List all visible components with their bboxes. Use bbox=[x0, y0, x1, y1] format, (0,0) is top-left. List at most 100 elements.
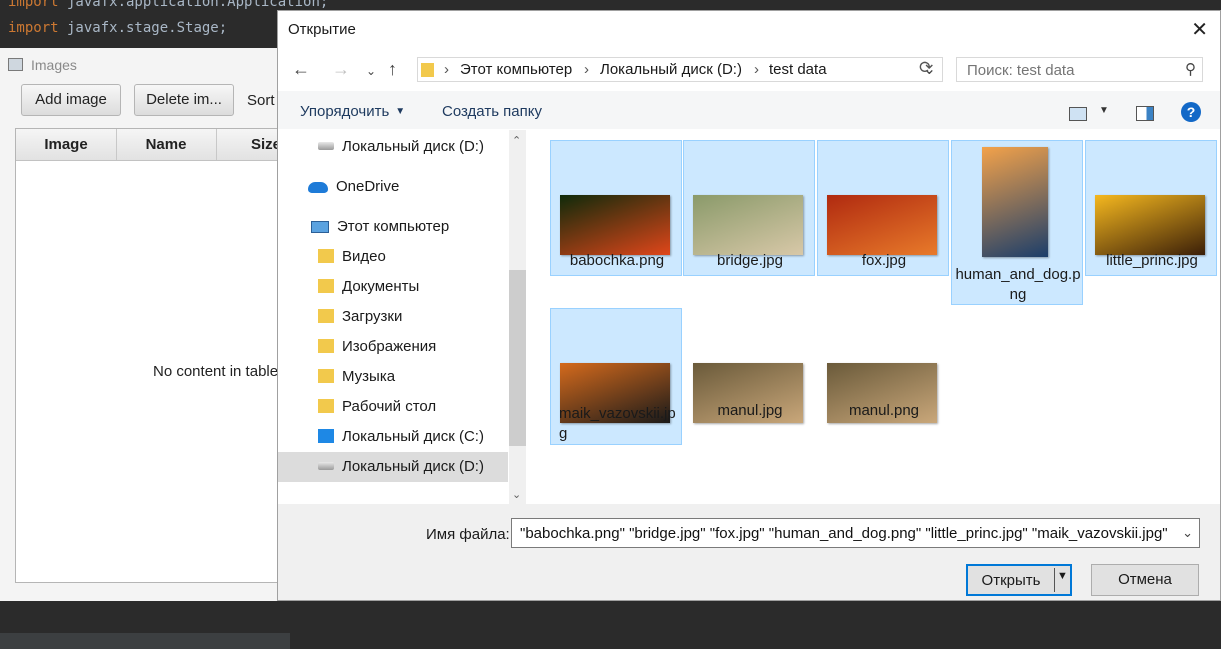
sort-label[interactable]: Sort bbox=[247, 92, 275, 109]
open-button[interactable]: Открыть ▼ bbox=[966, 564, 1072, 596]
preview-pane-icon[interactable] bbox=[1136, 106, 1154, 121]
file-name: manul.png bbox=[848, 402, 920, 419]
breadcrumb-this-pc[interactable]: Этот компьютер bbox=[460, 61, 572, 78]
file-item[interactable]: human_and_dog.png bbox=[951, 140, 1083, 305]
file-name: fox.jpg bbox=[861, 252, 907, 269]
close-icon[interactable]: ✕ bbox=[1191, 17, 1208, 42]
file-item[interactable]: babochka.png bbox=[550, 140, 682, 276]
breadcrumb-separator: › bbox=[584, 61, 589, 78]
breadcrumb-separator: › bbox=[444, 61, 449, 78]
cloud-icon bbox=[308, 182, 328, 193]
filename-combobox[interactable]: ⌄ bbox=[511, 518, 1200, 548]
background-app-window: Images Add image Delete im... Sort Image… bbox=[0, 48, 317, 649]
table-header: Image Name Size bbox=[16, 129, 317, 161]
file-item[interactable]: little_princ.jpg bbox=[1085, 140, 1217, 276]
split-divider bbox=[1054, 568, 1055, 592]
computer-icon bbox=[311, 221, 329, 233]
nav-item[interactable]: Локальный диск (D:) bbox=[278, 452, 508, 482]
navigation-pane[interactable]: Локальный диск (D:) OneDrive Этот компьюте… bbox=[278, 130, 526, 504]
nav-item[interactable]: Локальный диск (D:) bbox=[278, 132, 508, 162]
image-thumbnail bbox=[693, 195, 803, 255]
delete-image-button[interactable]: Delete im... bbox=[134, 84, 234, 116]
column-name[interactable]: Name bbox=[116, 129, 217, 160]
file-item[interactable]: maik_vazovskii.jpg bbox=[550, 308, 682, 445]
dialog-titlebar: Открытие ✕ bbox=[278, 11, 1220, 49]
navigation-scrollbar[interactable]: ⌃ ⌄ bbox=[509, 130, 526, 504]
file-item[interactable]: manul.jpg bbox=[683, 308, 815, 426]
help-icon[interactable]: ? bbox=[1181, 102, 1201, 122]
filename-input[interactable] bbox=[518, 524, 1172, 543]
images-table[interactable]: Image Name Size No content in table bbox=[15, 128, 317, 583]
nav-item-label: Документы bbox=[342, 278, 420, 295]
app-bottom-bar bbox=[0, 633, 290, 649]
open-dropdown-icon[interactable]: ▼ bbox=[1057, 570, 1068, 582]
scroll-up-icon[interactable]: ⌃ bbox=[512, 134, 521, 147]
file-item[interactable]: fox.jpg bbox=[817, 140, 949, 276]
nav-item[interactable]: Изображения bbox=[278, 332, 508, 362]
dialog-title: Открытие bbox=[288, 21, 356, 38]
refresh-icon[interactable]: ⟳ bbox=[919, 58, 933, 78]
file-name: little_princ.jpg bbox=[1106, 252, 1198, 269]
image-thumbnail bbox=[982, 147, 1048, 257]
file-name: bridge.jpg bbox=[717, 252, 783, 269]
cancel-button[interactable]: Отмена bbox=[1091, 564, 1199, 596]
up-arrow-icon[interactable]: ↑ bbox=[388, 59, 397, 80]
forward-arrow-icon[interactable]: → bbox=[332, 59, 350, 80]
file-item[interactable]: manul.png bbox=[817, 308, 949, 426]
nav-item[interactable]: Музыка bbox=[278, 362, 508, 392]
view-mode-icon[interactable] bbox=[1069, 107, 1087, 121]
back-arrow-icon[interactable]: ← bbox=[292, 59, 310, 80]
desktop-folder-icon bbox=[318, 399, 334, 413]
nav-item[interactable]: Рабочий стол bbox=[278, 392, 508, 422]
nav-item-label: Музыка bbox=[342, 368, 396, 385]
nav-item-label: Видео bbox=[342, 248, 386, 265]
search-box[interactable]: ⚲ bbox=[956, 57, 1203, 82]
file-name: babochka.png bbox=[569, 252, 665, 269]
search-icon[interactable]: ⚲ bbox=[1185, 60, 1196, 78]
dialog-footer: Имя файла: ⌄ Открыть ▼ Отмена bbox=[278, 504, 1220, 600]
table-empty-text: No content in table bbox=[153, 363, 279, 380]
new-folder-button[interactable]: Создать папку bbox=[442, 103, 542, 120]
open-file-dialog: Открытие ✕ ← → ⌄ ↑ › Этот компьютер › Ло… bbox=[277, 10, 1221, 601]
image-thumbnail bbox=[1095, 195, 1205, 255]
downloads-folder-icon bbox=[318, 309, 334, 323]
address-bar[interactable]: › Этот компьютер › Локальный диск (D:) ›… bbox=[417, 57, 943, 82]
nav-item-label: Этот компьютер bbox=[337, 218, 450, 235]
nav-item[interactable]: Видео bbox=[278, 242, 508, 272]
file-item[interactable]: bridge.jpg bbox=[683, 140, 815, 276]
documents-folder-icon bbox=[318, 279, 334, 293]
column-image[interactable]: Image bbox=[16, 129, 117, 160]
nav-item-label: Локальный диск (D:) bbox=[342, 138, 484, 155]
image-thumbnail bbox=[560, 195, 670, 255]
breadcrumb-separator: › bbox=[754, 61, 759, 78]
view-mode-dropdown-icon[interactable]: ▼ bbox=[1099, 105, 1109, 116]
nav-item[interactable]: Этот компьютер bbox=[278, 212, 508, 242]
breadcrumb-drive-d[interactable]: Локальный диск (D:) bbox=[600, 61, 742, 78]
filename-label: Имя файла: bbox=[426, 526, 510, 543]
search-input[interactable] bbox=[965, 61, 1174, 80]
breadcrumb-test-data[interactable]: test data bbox=[769, 61, 827, 78]
filename-dropdown-icon[interactable]: ⌄ bbox=[1182, 525, 1193, 541]
file-name: human_and_dog.png bbox=[955, 266, 1081, 303]
code-line-2: import javafx.stage.Stage; bbox=[8, 20, 228, 36]
recent-locations-chevron-icon[interactable]: ⌄ bbox=[366, 64, 376, 78]
organize-menu[interactable]: Упорядочить ▼ bbox=[300, 103, 405, 120]
music-folder-icon bbox=[318, 369, 334, 383]
pictures-folder-icon bbox=[318, 339, 334, 353]
folder-icon bbox=[421, 63, 434, 77]
windows-drive-icon bbox=[318, 429, 334, 443]
file-name: maik_vazovskii.jpg bbox=[559, 405, 676, 442]
scroll-thumb[interactable] bbox=[509, 270, 526, 446]
caret-down-icon: ▼ bbox=[395, 106, 406, 117]
scroll-down-icon[interactable]: ⌄ bbox=[512, 488, 521, 501]
nav-item[interactable]: Загрузки bbox=[278, 302, 508, 332]
nav-item[interactable]: OneDrive bbox=[278, 172, 508, 202]
nav-item-label: Рабочий стол bbox=[342, 398, 437, 415]
nav-item[interactable]: Документы bbox=[278, 272, 508, 302]
drive-icon bbox=[318, 462, 334, 470]
file-grid[interactable]: babochka.png bridge.jpg fox.jpg human_and_d… bbox=[528, 130, 1220, 504]
nav-item-label: Локальный диск (C:) bbox=[342, 428, 484, 445]
nav-item[interactable]: Локальный диск (C:) bbox=[278, 422, 508, 452]
app-title: Images bbox=[8, 57, 77, 73]
add-image-button[interactable]: Add image bbox=[21, 84, 121, 116]
